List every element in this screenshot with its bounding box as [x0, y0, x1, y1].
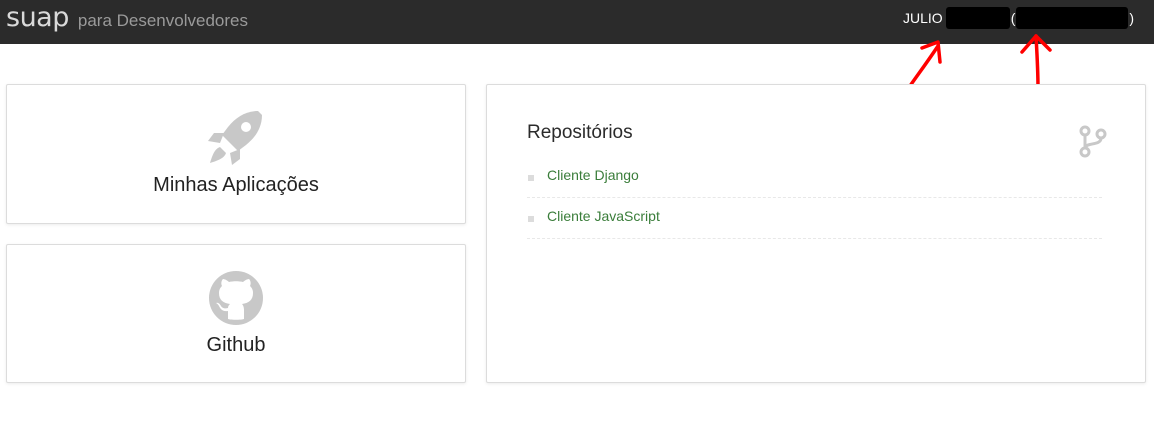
- bullet-icon: [528, 216, 534, 222]
- github-icon: [209, 271, 263, 325]
- brand-subtitle: para Desenvolvedores: [77, 11, 248, 30]
- red-arrow-2: [1020, 34, 1052, 90]
- close-paren: ): [1129, 10, 1135, 26]
- brand-logo: suap: [6, 2, 69, 33]
- brand-link[interactable]: suap para Desenvolvedores: [6, 0, 248, 40]
- bullet-icon: [528, 175, 534, 181]
- my-applications-label: Minhas Aplicações: [153, 174, 319, 196]
- repositories-title: Repositórios: [527, 122, 633, 143]
- my-applications-card[interactable]: Minhas Aplicações: [6, 84, 466, 224]
- repositories-panel: Repositórios Cliente Django Cliente Java…: [486, 84, 1146, 383]
- repo-link-cliente-django[interactable]: Cliente Django: [547, 167, 639, 183]
- list-item: Cliente Django: [527, 157, 1102, 198]
- github-card[interactable]: Github: [6, 244, 466, 383]
- rocket-icon: [208, 111, 262, 165]
- list-item: Cliente JavaScript: [527, 198, 1102, 239]
- branch-icon: [1079, 125, 1107, 158]
- github-label: Github: [206, 334, 266, 356]
- repo-link-cliente-javascript[interactable]: Cliente JavaScript: [547, 208, 660, 224]
- repository-list: Cliente Django Cliente JavaScript: [527, 157, 1102, 239]
